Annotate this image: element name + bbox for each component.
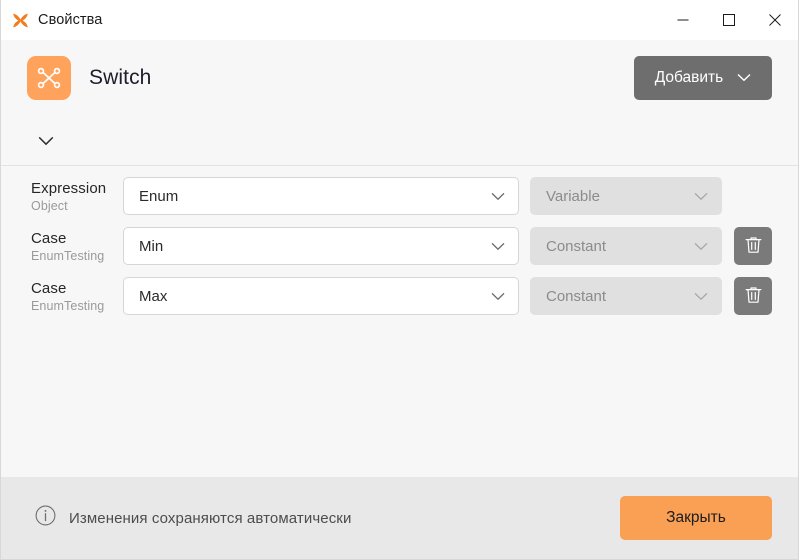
trash-icon — [744, 235, 763, 258]
properties-form: Expression Object Enum Variable Case Enu… — [1, 166, 798, 477]
chevron-down-icon — [491, 288, 505, 305]
footer-bar: Изменения сохраняются автоматически Закр… — [1, 477, 798, 559]
chevron-down-icon — [737, 69, 751, 87]
close-dialog-button[interactable]: Закрыть — [620, 496, 772, 540]
expression-value-select[interactable]: Enum — [123, 177, 519, 215]
trash-icon — [744, 285, 763, 308]
info-icon — [35, 505, 56, 531]
add-button-label: Добавить — [654, 69, 724, 86]
close-window-button[interactable] — [752, 0, 798, 40]
window-controls — [660, 0, 798, 40]
chevron-down-icon — [491, 238, 505, 255]
chevron-down-icon — [694, 288, 708, 305]
select-value: Max — [139, 287, 168, 305]
chevron-down-icon — [694, 238, 708, 255]
form-row: Expression Object Enum Variable — [1, 177, 798, 227]
add-button[interactable]: Добавить — [634, 56, 772, 100]
form-row: Case EnumTesting Max Constant — [1, 277, 798, 327]
select-value: Enum — [139, 187, 179, 205]
chevron-down-icon[interactable] — [33, 128, 59, 154]
row-label-sub: EnumTesting — [31, 249, 105, 263]
delete-case-button[interactable] — [734, 277, 772, 315]
case-value-select[interactable]: Min — [123, 227, 519, 265]
form-row: Case EnumTesting Min Constant — [1, 227, 798, 277]
select-value: Variable — [546, 187, 600, 205]
row-label: Expression Object — [31, 177, 123, 214]
select-value: Min — [139, 237, 164, 255]
case-kind-select[interactable]: Constant — [530, 227, 722, 265]
node-header-left: Switch — [27, 56, 151, 100]
row-label: Case EnumTesting — [31, 227, 123, 264]
case-value-select[interactable]: Max — [123, 277, 519, 315]
select-value: Constant — [546, 237, 607, 255]
maximize-button[interactable] — [706, 0, 752, 40]
window-title: Свойства — [38, 12, 103, 28]
butterfly-icon — [12, 12, 29, 29]
delete-case-button[interactable] — [734, 227, 772, 265]
title-bar: Свойства — [1, 0, 798, 40]
row-label-main: Expression — [31, 180, 107, 197]
autosave-text: Изменения сохраняются автоматически — [69, 509, 352, 527]
properties-window: Свойства Switch Добавить Expression Obje… — [0, 0, 799, 560]
node-header: Switch Добавить — [1, 40, 798, 116]
select-value: Constant — [546, 287, 607, 305]
chevron-down-icon — [694, 188, 708, 205]
row-label-sub: EnumTesting — [31, 299, 105, 313]
row-label-main: Case — [31, 280, 67, 297]
switch-node-icon — [27, 56, 71, 100]
row-label-sub: Object — [31, 199, 68, 213]
minimize-button[interactable] — [660, 0, 706, 40]
title-bar-left: Свойства — [1, 12, 102, 29]
case-kind-select[interactable]: Constant — [530, 277, 722, 315]
page-title: Switch — [89, 66, 152, 89]
section-collapse-row — [1, 116, 798, 166]
row-label-main: Case — [31, 230, 67, 247]
expression-kind-select[interactable]: Variable — [530, 177, 722, 215]
chevron-down-icon — [491, 188, 505, 205]
row-label: Case EnumTesting — [31, 277, 123, 314]
autosave-note: Изменения сохраняются автоматически — [27, 505, 351, 531]
